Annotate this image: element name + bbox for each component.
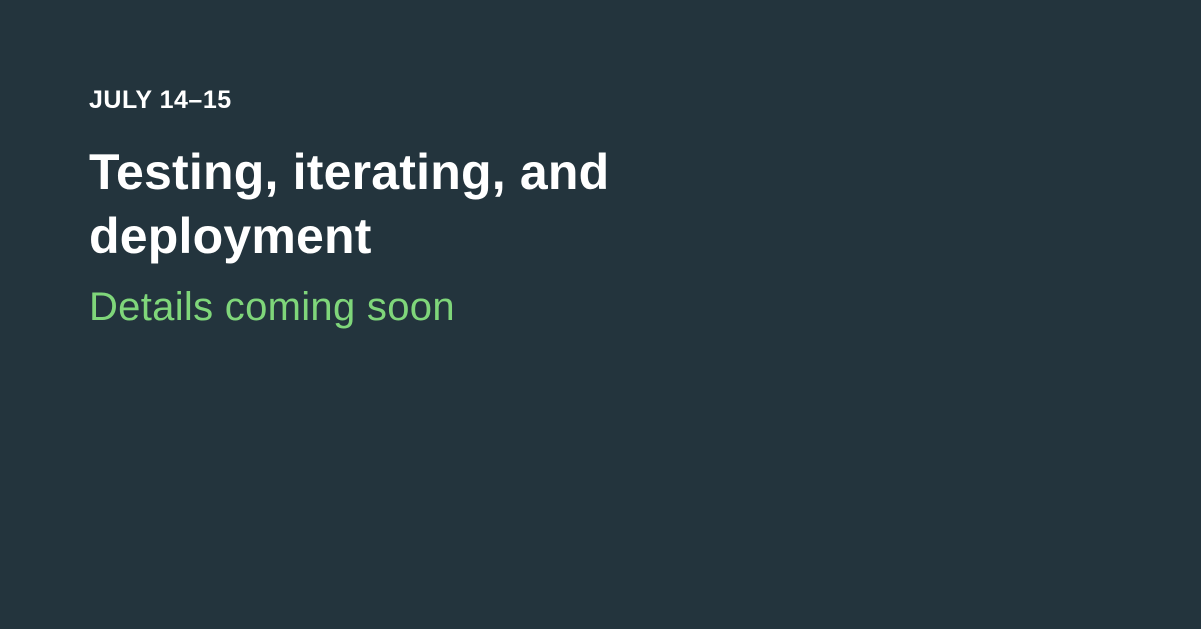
event-title: Testing, iterating, and deployment: [89, 140, 789, 268]
event-title-line-2: deployment: [89, 208, 372, 264]
event-card: JULY 14–15 Testing, iterating, and deplo…: [0, 0, 1201, 629]
event-subtitle: Details coming soon: [89, 285, 455, 329]
event-title-line-1: Testing, iterating, and: [89, 144, 610, 200]
event-date: JULY 14–15: [89, 86, 232, 114]
event-content: JULY 14–15 Testing, iterating, and deplo…: [89, 84, 789, 332]
